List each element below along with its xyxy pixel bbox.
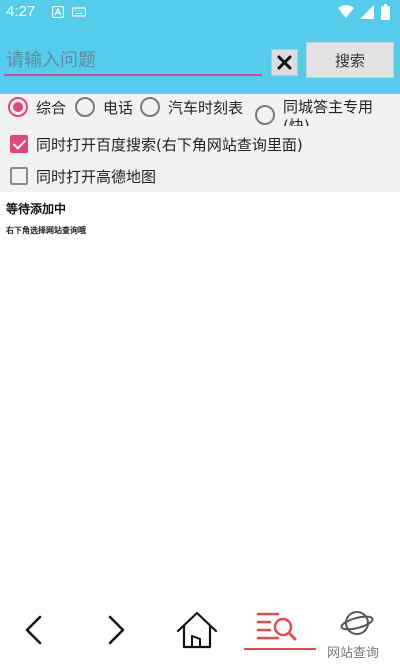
active-tab-indicator [244, 648, 316, 650]
forward-icon[interactable] [104, 614, 128, 646]
checkbox-open-amap-label: 同时打开高德地图 [36, 168, 157, 186]
status-title: 等待添加中 [6, 202, 67, 216]
wifi-icon [338, 5, 354, 18]
search-button[interactable]: 搜索 [306, 42, 394, 78]
notification-a-icon [52, 6, 64, 18]
checkbox-open-baidu[interactable] [10, 135, 28, 153]
radio-general[interactable] [8, 97, 28, 117]
radio-general-label: 综合 [36, 99, 67, 117]
status-hint: 右下角选择网站查询哦 [6, 226, 86, 235]
radio-bus-schedule-label: 汽车时刻表 [168, 99, 244, 117]
radio-local-answerer-label: 同城答主专用(快) [283, 98, 374, 126]
signal-icon [360, 5, 374, 19]
status-bar: 4:27 [0, 0, 400, 26]
keyboard-icon [72, 7, 86, 17]
search-input[interactable] [4, 46, 262, 76]
radio-phone-label: 电话 [103, 99, 134, 117]
radio-phone[interactable] [75, 97, 95, 117]
close-icon [277, 55, 292, 70]
search-list-icon[interactable] [256, 610, 298, 642]
battery-icon [381, 4, 390, 20]
planet-icon[interactable] [340, 606, 374, 640]
radio-local-answerer[interactable] [255, 105, 275, 125]
clear-button[interactable] [271, 49, 298, 76]
status-time: 4:27 [6, 3, 36, 20]
back-icon[interactable] [22, 614, 46, 646]
checkbox-open-baidu-label: 同时打开百度搜索(右下角网站查询里面) [36, 136, 303, 154]
radio-bus-schedule[interactable] [140, 97, 160, 117]
home-icon[interactable] [175, 610, 219, 650]
checkbox-open-amap[interactable] [10, 167, 28, 185]
web-query-label[interactable]: 网站查询 [327, 642, 379, 661]
